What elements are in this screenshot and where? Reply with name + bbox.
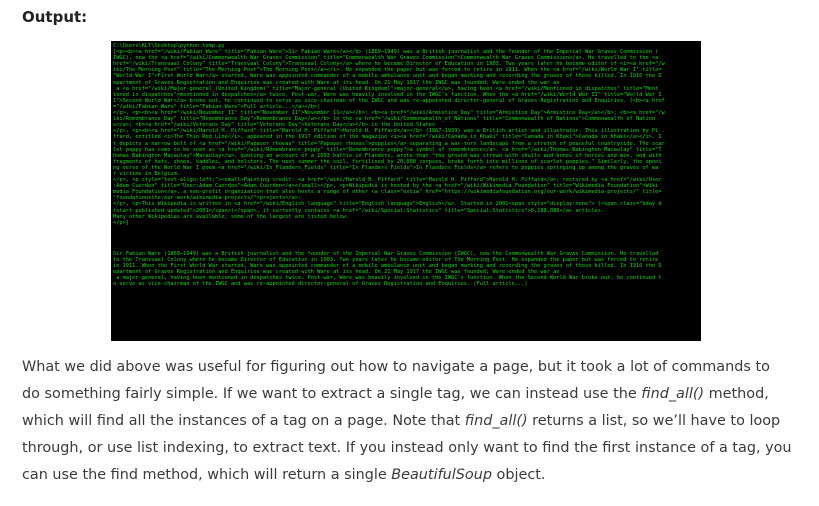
terminal-line: let poppy has come to be seen as <a href… <box>113 146 662 153</box>
terminal-line: ffard, entitled <i>The Thin Red Line</i>… <box>113 134 662 141</box>
terminal-line: Sir Fabian Ware (1869–1949) was a Britis… <box>113 250 659 257</box>
terminal-html-output: [<p><b><a href="/wiki/Fabian_Ware" title… <box>113 49 699 226</box>
body-paragraph: What we did above was useful for figurin… <box>22 354 792 489</box>
terminal-line: ioned in dispatches">mentioned in despat… <box>113 91 662 98</box>
terminal-line: homas Babington Macaulay">Macaulay</a>, … <box>113 152 662 159</box>
code-reference: find_all() <box>641 386 705 402</box>
terminal-line: "World War I">First World War</a> starte… <box>113 73 662 80</box>
code-reference: find_all() <box>464 413 528 429</box>
terminal-output-screenshot: C:\Users\KLT\Desktop\python temp.py [<p>… <box>111 41 701 341</box>
terminal-line: ng verse of the World War I poem <a href… <box>113 164 659 171</box>
terminal-line: </p>, <p>This Wikipedia is written in <a… <box>113 201 662 208</box>
terminal-line: a <a href="/wiki/Major-general_(United_K… <box>113 85 659 92</box>
paragraph-text: object. <box>491 467 546 483</box>
output-heading: Output: <box>22 8 88 26</box>
terminal-blank-gap <box>113 226 699 251</box>
code-reference: BeautifulSoup <box>391 467 492 483</box>
terminal-line: t depicts a narrow belt of <a href="/wik… <box>113 140 665 147</box>
terminal-line: o serve as vice-chairman of the IWGC and… <box>113 281 528 288</box>
terminal-line: fragments of hats, shoes, saddles, and h… <box>113 158 662 165</box>
terminal-text-output: Sir Fabian Ware (1869–1949) was a Britis… <box>113 251 699 288</box>
